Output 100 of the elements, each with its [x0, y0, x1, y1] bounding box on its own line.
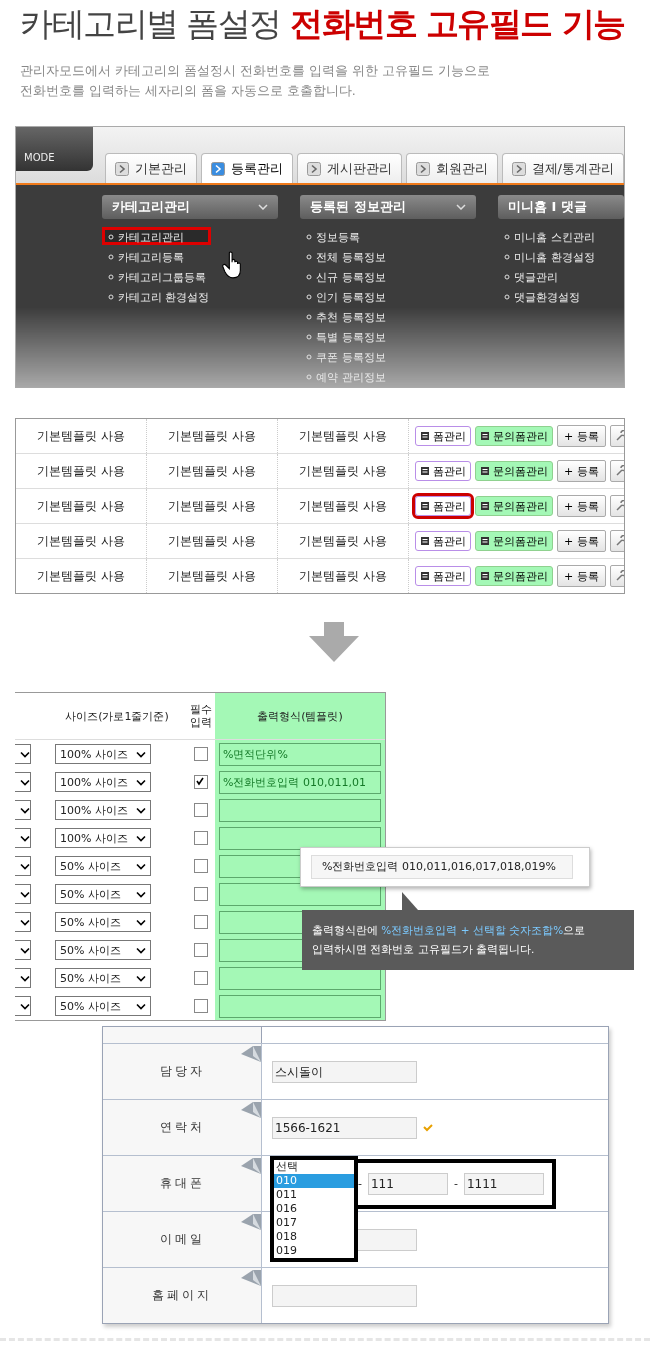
checkbox[interactable] — [194, 775, 208, 789]
dropdown-option[interactable]: 018 — [274, 1230, 354, 1244]
chevron-down-icon — [20, 918, 30, 926]
size-dropdown[interactable]: 50% 사이즈 — [55, 968, 151, 988]
bullet-icon — [306, 354, 313, 360]
size-dropdown[interactable]: 100% 사이즈 — [55, 828, 151, 848]
menu-item[interactable]: 미니홈 환경설정 — [498, 247, 601, 265]
size-dropdown[interactable]: 50% 사이즈 — [55, 996, 151, 1016]
checkbox[interactable] — [194, 887, 208, 901]
inquiry-form-button[interactable]: 문의폼관리 — [475, 496, 553, 516]
dropdown[interactable] — [15, 772, 31, 792]
template-input[interactable] — [219, 798, 381, 822]
dropdown[interactable] — [15, 968, 31, 988]
inquiry-form-button[interactable]: 문의폼관리 — [475, 426, 553, 446]
chevron-down-icon — [20, 778, 30, 786]
template-input[interactable]: %면적단위% — [219, 742, 381, 766]
field-label: 연락처 — [159, 1119, 205, 1136]
nav-tab[interactable]: 게시판관리 — [296, 153, 402, 183]
input-field[interactable]: 스시돌이 — [272, 1060, 417, 1083]
menu-item[interactable]: 댓글환경설정 — [498, 287, 587, 305]
input-field[interactable]: 111 — [368, 1172, 448, 1195]
dropdown-option[interactable]: 016 — [274, 1202, 354, 1216]
dropdown[interactable] — [15, 884, 31, 904]
dropdown[interactable] — [15, 940, 31, 960]
form-manage-button[interactable]: 폼관리 — [415, 461, 471, 481]
inquiry-form-button[interactable]: 문의폼관리 — [475, 566, 553, 586]
dropdown-list[interactable]: 선택 010 011 016 017 018 019 — [270, 1156, 358, 1262]
menu-header[interactable]: 미니홈 I 댓글 — [498, 195, 624, 219]
input-field[interactable] — [272, 1284, 417, 1307]
form-manage-button[interactable]: 폼관리 — [415, 496, 471, 516]
checkbox[interactable] — [194, 943, 208, 957]
menu-header[interactable]: 등록된 정보관리 — [300, 195, 477, 219]
register-button[interactable]: + 등록 — [557, 460, 606, 482]
menu-item[interactable]: 카테고리관리 — [102, 227, 211, 245]
dropdown[interactable] — [15, 800, 31, 820]
form-icon — [480, 571, 490, 581]
register-button[interactable]: + 등록 — [557, 565, 606, 587]
template-input[interactable] — [219, 994, 381, 1018]
dropdown-option[interactable]: 017 — [274, 1216, 354, 1230]
dropdown-option[interactable]: 019 — [274, 1244, 354, 1258]
size-dropdown[interactable]: 100% 사이즈 — [55, 772, 151, 792]
size-dropdown[interactable]: 50% 사이즈 — [55, 884, 151, 904]
inquiry-form-button[interactable]: 문의폼관리 — [475, 461, 553, 481]
menu-item[interactable]: 카테고리그룹등록 — [102, 267, 212, 285]
nav-tab[interactable]: 기본관리 — [104, 153, 197, 183]
dropdown[interactable] — [15, 828, 31, 848]
menu-item[interactable]: 카테고리등록 — [102, 247, 190, 265]
size-dropdown[interactable]: 50% 사이즈 — [55, 856, 151, 876]
menu-item[interactable]: 추천 등록정보 — [300, 307, 392, 325]
menu-item[interactable]: 카테고리 환경설정 — [102, 287, 216, 305]
wrench-icon — [614, 500, 624, 512]
menu-item[interactable]: 미니홈 스킨관리 — [498, 227, 601, 245]
checkbox[interactable] — [194, 859, 208, 873]
size-dropdown[interactable]: 100% 사이즈 — [55, 800, 151, 820]
inquiry-form-button[interactable]: 문의폼관리 — [475, 531, 553, 551]
size-dropdown[interactable]: 50% 사이즈 — [55, 912, 151, 932]
table-cell: 기본템플릿 사용 — [278, 489, 409, 523]
nav-tab[interactable]: 등록관리 — [200, 153, 293, 183]
nav-tab[interactable]: 결제/통계관리 — [501, 153, 624, 183]
register-button[interactable]: + 등록 — [557, 425, 606, 447]
register-button[interactable]: + 등록 — [557, 530, 606, 552]
template-input[interactable] — [219, 966, 381, 990]
chevron-down-icon — [20, 946, 30, 954]
menu-item[interactable]: 정보등록 — [300, 227, 367, 245]
table-cell: 기본템플릿 사용 — [278, 419, 409, 453]
menu-item[interactable]: 쿠폰 등록정보 — [300, 347, 392, 365]
menu-item[interactable]: 신규 등록정보 — [300, 267, 392, 285]
dropdown[interactable] — [15, 856, 31, 876]
chevron-down-icon — [136, 890, 146, 898]
checkbox[interactable] — [194, 803, 208, 817]
checkbox[interactable] — [194, 971, 208, 985]
nav-tab[interactable]: 회원관리 — [405, 153, 498, 183]
template-input[interactable]: %전화번호입력 010,011,01 — [219, 770, 381, 794]
dropdown-option[interactable]: 011 — [274, 1188, 354, 1202]
bullet-icon — [306, 274, 313, 280]
column-header: 출력형식(템플릿) — [215, 693, 385, 739]
size-dropdown[interactable]: 50% 사이즈 — [55, 940, 151, 960]
menu-item[interactable]: 인기 등록정보 — [300, 287, 392, 305]
dropdown[interactable] — [15, 912, 31, 932]
input-field[interactable]: 1566-1621 — [272, 1116, 417, 1139]
menu-header[interactable]: 카테고리관리 — [102, 195, 279, 219]
table-cell: 기본템플릿 사용 — [147, 489, 278, 523]
dropdown[interactable] — [15, 744, 31, 764]
form-manage-button[interactable]: 폼관리 — [415, 426, 471, 446]
bullet-icon — [504, 294, 511, 300]
form-manage-button[interactable]: 폼관리 — [415, 531, 471, 551]
menu-item[interactable]: 특별 등록정보 — [300, 327, 392, 345]
size-dropdown[interactable]: 100% 사이즈 — [55, 744, 151, 764]
checkbox[interactable] — [194, 999, 208, 1013]
dropdown[interactable] — [15, 996, 31, 1016]
checkbox[interactable] — [194, 747, 208, 761]
form-manage-button[interactable]: 폼관리 — [415, 566, 471, 586]
register-button[interactable]: + 등록 — [557, 495, 606, 517]
dropdown-option[interactable]: 선택 — [274, 1160, 354, 1174]
menu-item[interactable]: 댓글관리 — [498, 267, 565, 285]
menu-item[interactable]: 전체 등록정보 — [300, 247, 392, 265]
bullet-icon — [306, 294, 313, 300]
checkbox[interactable] — [194, 831, 208, 845]
checkbox[interactable] — [194, 915, 208, 929]
input-field[interactable]: 1111 — [463, 1172, 544, 1195]
